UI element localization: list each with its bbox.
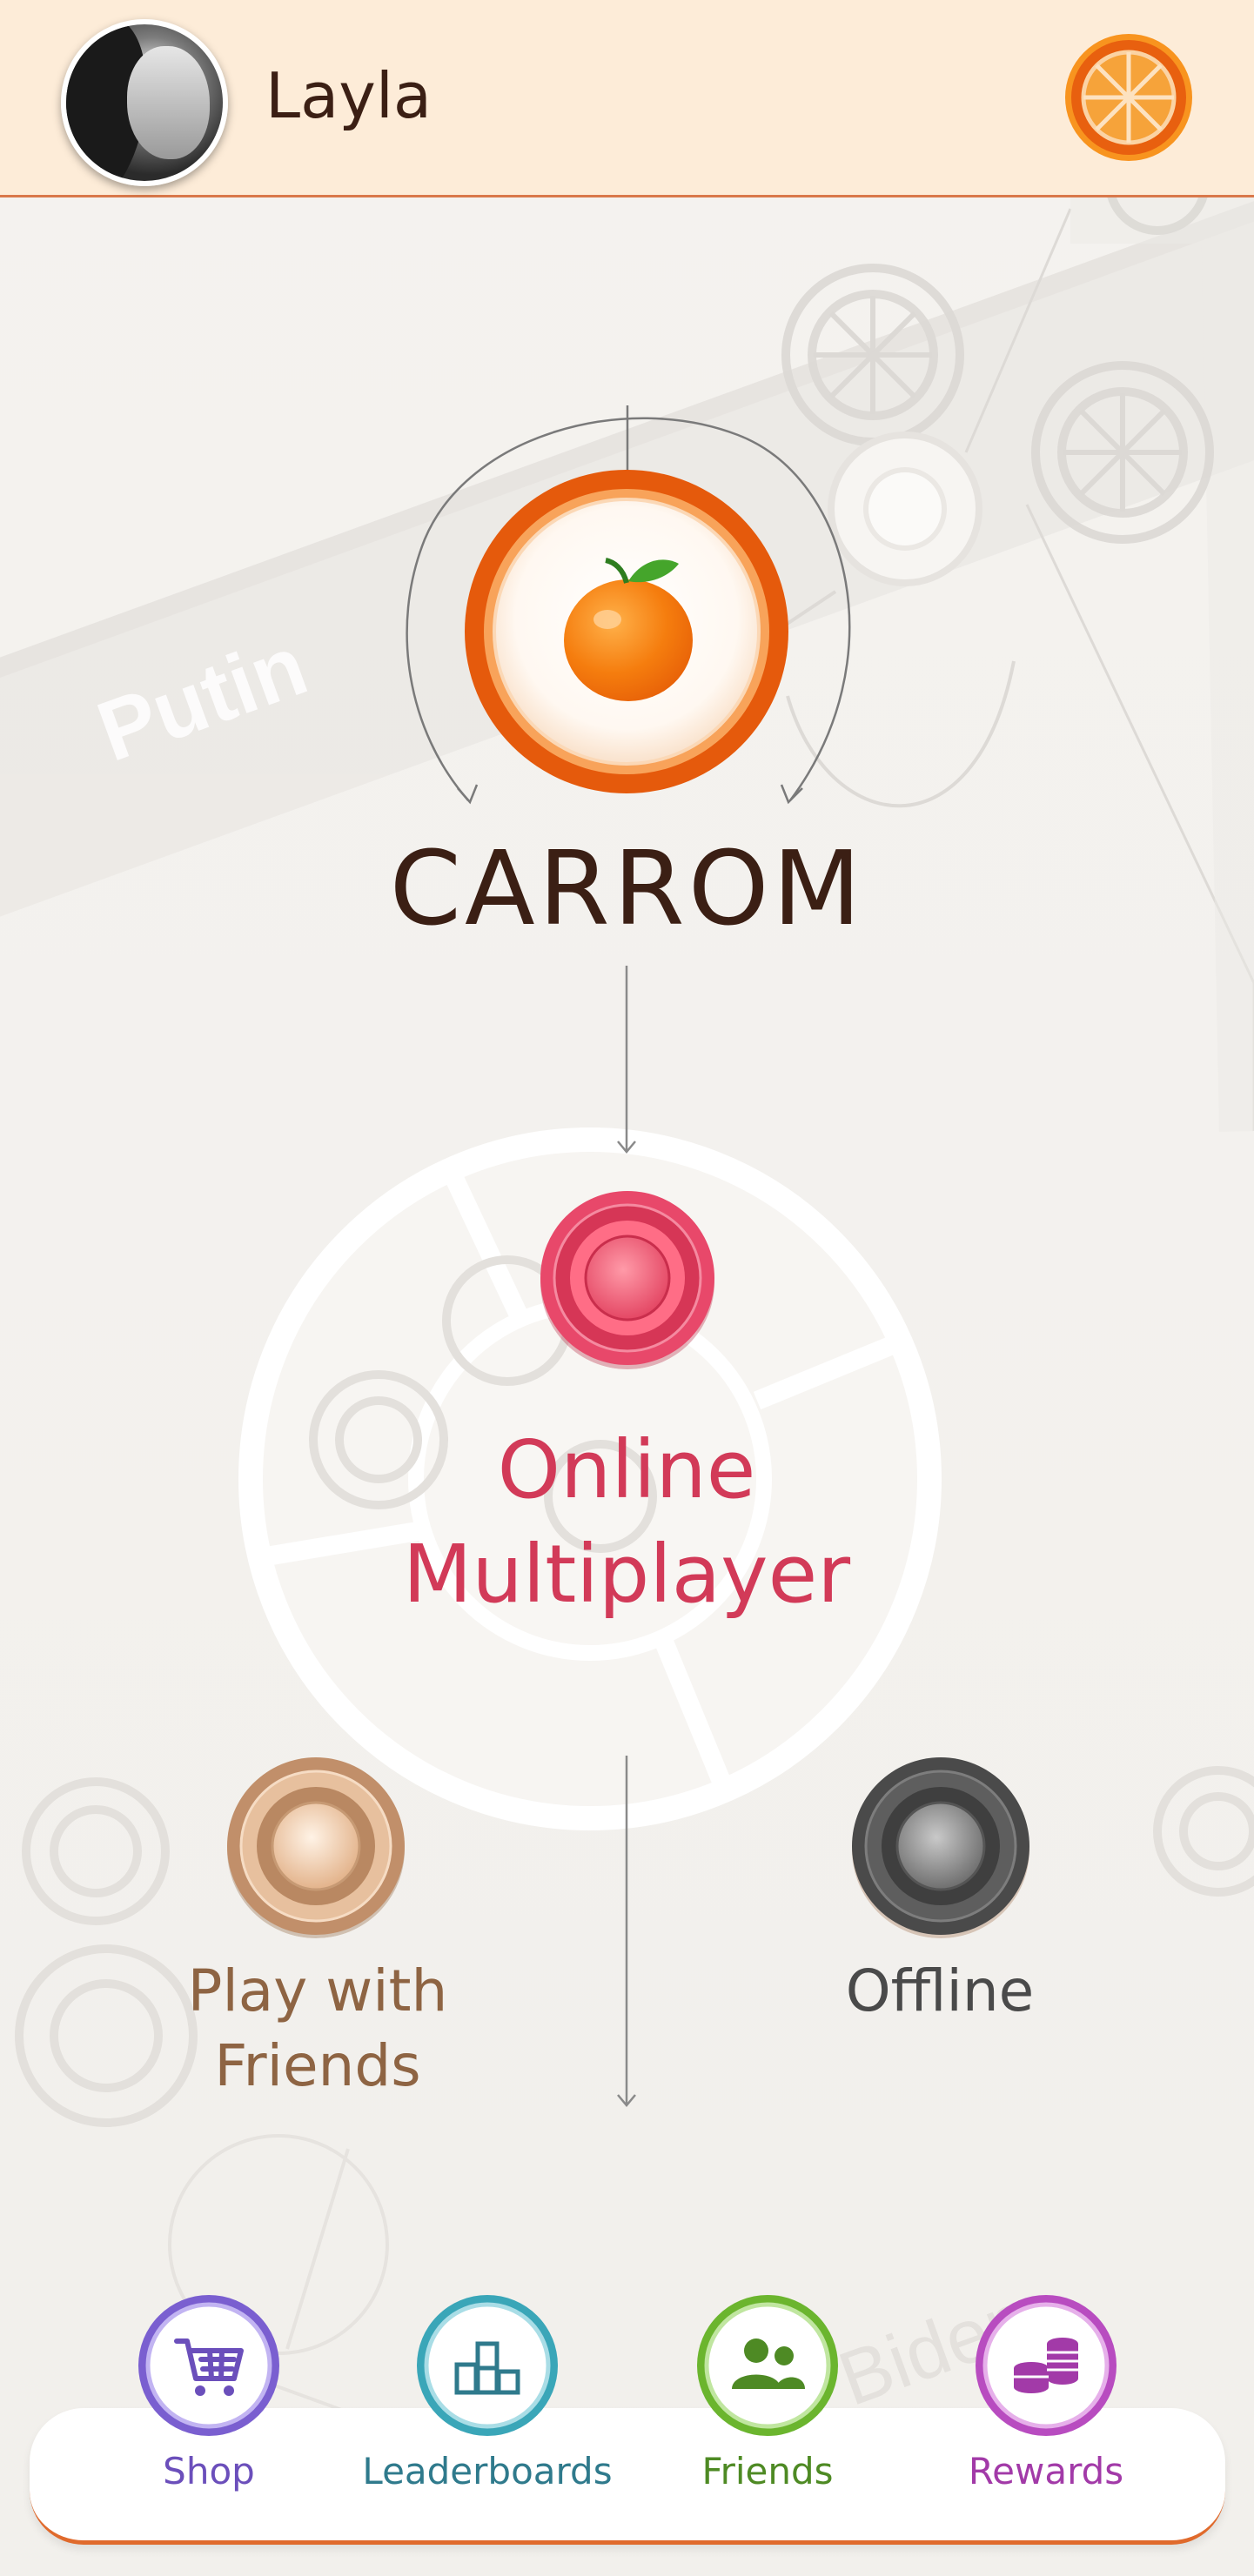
online-multiplayer-coin[interactable] (538, 1190, 717, 1369)
coins-icon (974, 2293, 1118, 2438)
offline-label[interactable]: Offline (766, 1954, 1114, 2029)
connector-arrow-down-2 (617, 1756, 636, 2107)
offline-coin[interactable] (849, 1756, 1032, 1938)
podium-icon (415, 2293, 560, 2438)
nav-shop-label: Shop (163, 2450, 255, 2492)
game-title: CARROM (389, 828, 865, 948)
orange-coin-icon[interactable] (1063, 32, 1194, 163)
avatar[interactable] (61, 19, 228, 186)
nav-leaderboards-label: Leaderboards (362, 2450, 613, 2492)
play-with-friends-label[interactable]: Play with Friends (113, 1954, 522, 2104)
nav-friends[interactable]: Friends (637, 2293, 898, 2490)
online-multiplayer-label[interactable]: Online Multiplayer (322, 1418, 931, 1627)
nav-shop[interactable]: Shop (78, 2293, 339, 2490)
profile-header: Layla (0, 0, 1254, 197)
connector-arrow-down (617, 966, 636, 1154)
people-icon (695, 2293, 840, 2438)
username: Layla (265, 59, 432, 132)
cart-icon (137, 2293, 281, 2438)
nav-rewards[interactable]: Rewards (915, 2293, 1177, 2490)
carrom-logo-icon (465, 470, 788, 793)
nav-leaderboards[interactable]: Leaderboards (357, 2293, 618, 2490)
play-with-friends-coin[interactable] (225, 1756, 407, 1938)
nav-friends-label: Friends (701, 2450, 834, 2492)
nav-rewards-label: Rewards (968, 2450, 1124, 2492)
